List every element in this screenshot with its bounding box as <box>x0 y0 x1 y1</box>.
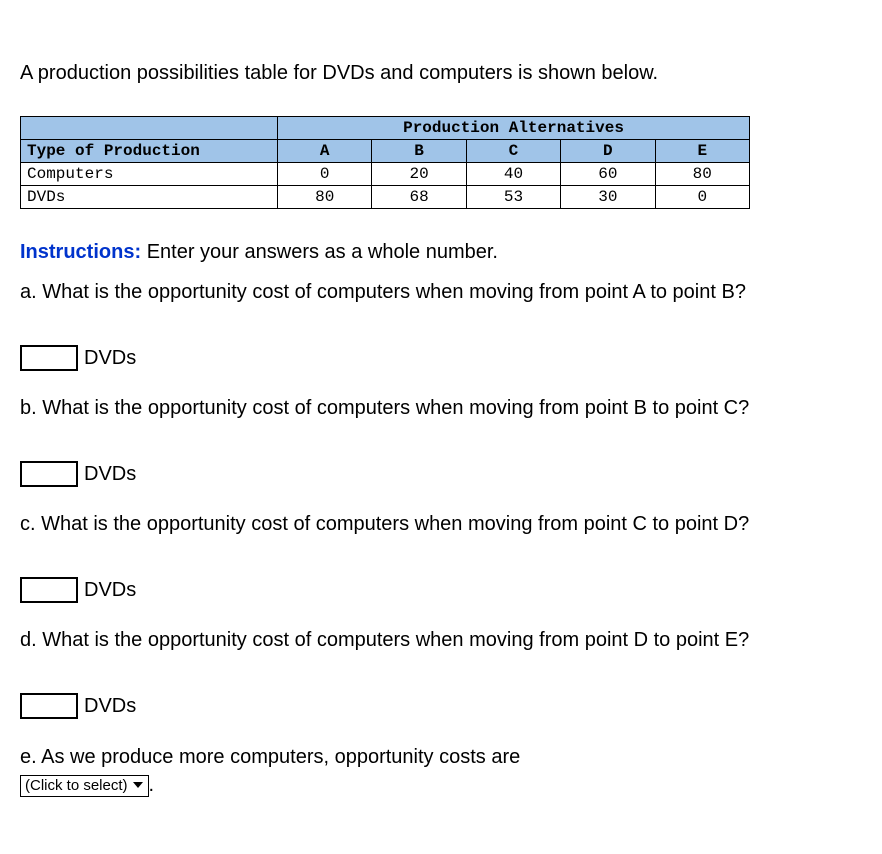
question-e: e. As we produce more computers, opportu… <box>20 746 520 768</box>
answer-b-input[interactable] <box>20 461 78 487</box>
answer-d-input[interactable] <box>20 693 78 719</box>
period: . <box>149 774 155 796</box>
select-placeholder: (Click to select) <box>25 777 128 795</box>
unit-label: DVDs <box>84 463 136 486</box>
question-c: c. What is the opportunity cost of compu… <box>20 511 862 537</box>
table-cell: 0 <box>278 163 372 186</box>
question-a: a. What is the opportunity cost of compu… <box>20 279 862 305</box>
table-row-label: Computers <box>21 163 278 186</box>
table-cell: 40 <box>466 163 560 186</box>
instructions-line: Instructions: Enter your answers as a wh… <box>20 239 862 265</box>
instructions-text: Enter your answers as a whole number. <box>147 241 498 263</box>
table-col-a: A <box>278 140 372 163</box>
production-table: Production Alternatives Type of Producti… <box>20 116 750 209</box>
table-row: Computers 0 20 40 60 80 <box>21 163 750 186</box>
table-col-c: C <box>466 140 560 163</box>
table-cell: 20 <box>372 163 466 186</box>
table-cell: 80 <box>655 163 749 186</box>
table-col-b: B <box>372 140 466 163</box>
table-col-e: E <box>655 140 749 163</box>
table-cell: 30 <box>561 186 655 209</box>
answer-a-input[interactable] <box>20 345 78 371</box>
table-cell: 68 <box>372 186 466 209</box>
table-cell: 80 <box>278 186 372 209</box>
table-row-label: DVDs <box>21 186 278 209</box>
chevron-down-icon <box>132 777 144 795</box>
table-row-header: Type of Production <box>21 140 278 163</box>
answer-c-input[interactable] <box>20 577 78 603</box>
table-col-d: D <box>561 140 655 163</box>
table-row: DVDs 80 68 53 30 0 <box>21 186 750 209</box>
instructions-label: Instructions: <box>20 241 141 263</box>
unit-label: DVDs <box>84 579 136 602</box>
intro-text: A production possibilities table for DVD… <box>20 60 862 86</box>
question-b: b. What is the opportunity cost of compu… <box>20 395 862 421</box>
table-cell: 0 <box>655 186 749 209</box>
question-d: d. What is the opportunity cost of compu… <box>20 627 862 653</box>
unit-label: DVDs <box>84 695 136 718</box>
table-cell: 60 <box>561 163 655 186</box>
table-cell: 53 <box>466 186 560 209</box>
unit-label: DVDs <box>84 347 136 370</box>
answer-e-select[interactable]: (Click to select) <box>20 775 149 797</box>
table-blank-cell <box>21 117 278 140</box>
table-alt-header: Production Alternatives <box>278 117 750 140</box>
